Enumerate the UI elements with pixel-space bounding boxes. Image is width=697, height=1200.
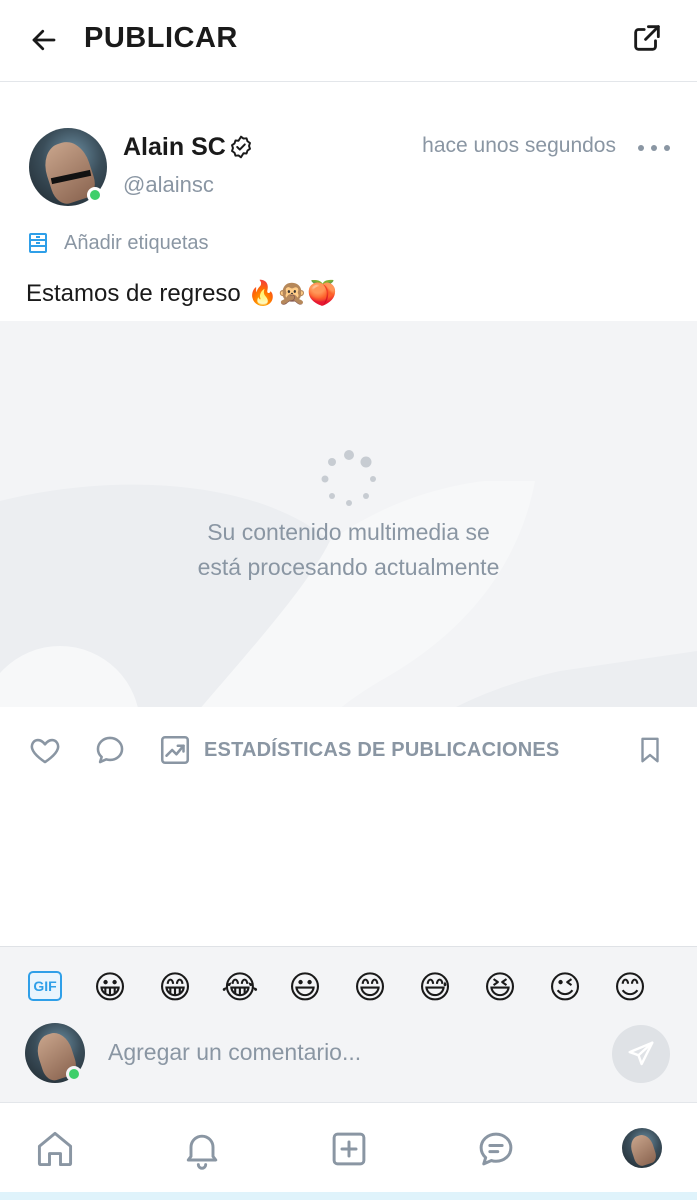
home-icon [37, 1131, 73, 1167]
heart-icon [30, 738, 60, 764]
emoji-option[interactable]: 😄 [348, 963, 392, 1011]
nav-messages[interactable] [472, 1125, 520, 1173]
post-statistics-label: ESTADÍSTICAS DE PUBLICACIONES [204, 738, 560, 761]
media-status-line: está procesando actualmente [197, 554, 500, 580]
post-header: Alain SC @alainsc hace unos segundos [0, 126, 697, 216]
author-handle: @alainsc [123, 172, 214, 197]
bookmark-icon [641, 737, 659, 763]
nav-notifications[interactable] [178, 1125, 226, 1173]
bottom-navigation [0, 1102, 697, 1192]
emoji-option[interactable]: 😁 [153, 963, 197, 1011]
page-title: PUBLICAR [84, 22, 238, 54]
more-dot-icon [651, 145, 657, 151]
emoji-option[interactable]: 😅 [413, 963, 457, 1011]
speech-bubble-icon [96, 736, 124, 764]
media-status-line: Su contenido multimedia se [207, 519, 490, 545]
online-status-dot [87, 187, 103, 203]
post-text: Estamos de regreso 🔥🙊🍑 [26, 280, 338, 307]
emoji-option[interactable]: 😃 [283, 963, 327, 1011]
more-options-button[interactable] [638, 136, 670, 160]
plus-square-icon [332, 1132, 366, 1166]
post-actions-bar: ESTADÍSTICAS DE PUBLICACIONES [0, 718, 697, 782]
emoji-option[interactable]: 😂 [218, 963, 262, 1011]
message-icon [479, 1132, 513, 1166]
emoji-option[interactable]: 😊 [608, 963, 652, 1011]
send-comment-button[interactable] [612, 1025, 670, 1083]
post-timestamp: hace unos segundos [422, 134, 616, 157]
add-tags-button[interactable]: Añadir etiquetas [26, 228, 209, 258]
media-processing-message: Su contenido multimedia se está procesan… [0, 515, 697, 585]
author-name[interactable]: Alain SC [123, 132, 226, 162]
emoji-option[interactable]: 😆 [478, 963, 522, 1011]
share-icon [634, 25, 660, 51]
emoji-option[interactable]: 😉 [543, 963, 587, 1011]
system-bar-strip [0, 1192, 697, 1200]
back-button[interactable] [24, 20, 64, 60]
nav-create-post[interactable] [325, 1125, 373, 1173]
nav-profile-avatar[interactable] [622, 1128, 662, 1168]
send-plane-icon [628, 1041, 654, 1066]
more-dot-icon [664, 145, 670, 151]
comment-input[interactable] [108, 1033, 598, 1071]
tag-list-icon [29, 233, 47, 253]
more-dot-icon [638, 145, 644, 151]
like-button[interactable] [25, 730, 65, 770]
bell-icon [186, 1134, 218, 1170]
stats-chart-icon [160, 735, 190, 765]
gif-button[interactable]: GIF [28, 971, 62, 1001]
media-processing-area: Su contenido multimedia se está procesan… [0, 321, 697, 707]
emoji-option[interactable]: 😀 [88, 963, 132, 1011]
comment-composer: GIF 😀 😁 😂 😃 😄 😅 😆 😉 😊 [0, 946, 697, 1102]
arrow-left-icon [32, 29, 56, 51]
top-app-bar: PUBLICAR [0, 0, 697, 82]
comment-button[interactable] [90, 730, 130, 770]
bookmark-button[interactable] [630, 730, 670, 770]
post-statistics-link[interactable]: ESTADÍSTICAS DE PUBLICACIONES [158, 730, 559, 770]
verified-badge-icon [231, 135, 251, 159]
emoji-quick-bar: GIF 😀 😁 😂 😃 😄 😅 😆 😉 😊 [0, 963, 697, 1011]
add-tags-label: Añadir etiquetas [64, 231, 209, 254]
share-button[interactable] [627, 18, 667, 58]
online-status-dot [66, 1066, 82, 1082]
nav-home[interactable] [31, 1125, 79, 1173]
loading-spinner-icon [321, 450, 376, 506]
